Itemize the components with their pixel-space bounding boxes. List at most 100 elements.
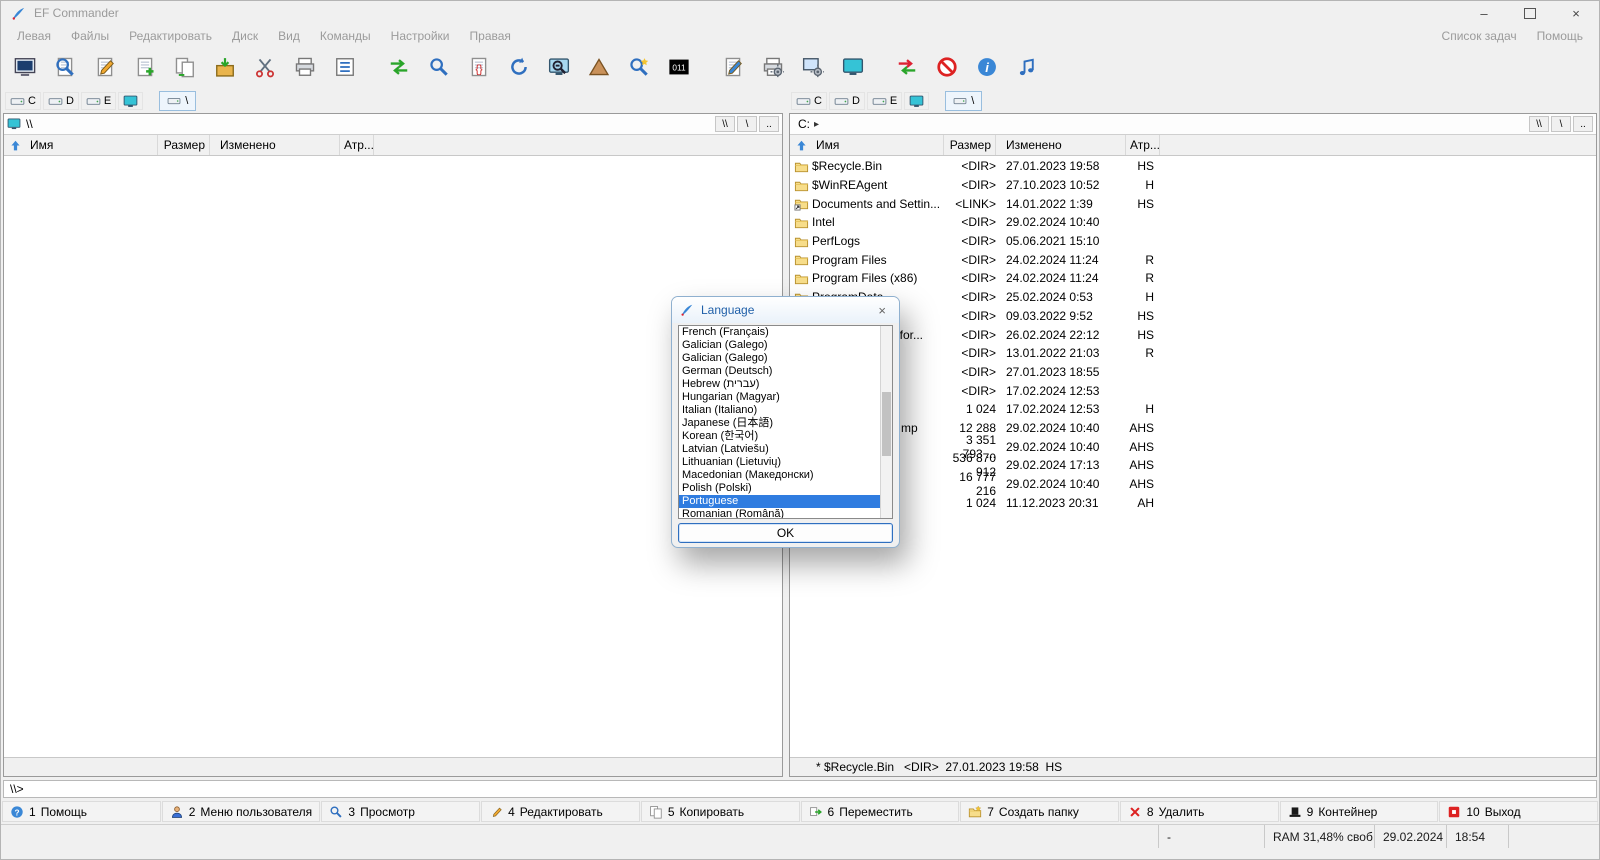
close-button[interactable]: × (1553, 1, 1599, 25)
path-button-backslash-left[interactable]: \ (737, 116, 757, 132)
language-option[interactable]: Macedonian (Македонски) (679, 469, 880, 482)
sort-up-icon-right[interactable] (790, 135, 812, 155)
language-option[interactable]: Korean (한국어) (679, 430, 880, 443)
menu-item-left-4[interactable]: Вид (268, 27, 310, 45)
fkey-5-button[interactable]: 5 Копировать (640, 801, 800, 822)
file-row[interactable]: mp 12 288 29.02.2024 10:40 AHS (790, 419, 1596, 438)
listbox-scrollbar[interactable] (880, 326, 892, 518)
file-row[interactable]: $WinREAgent <DIR> 27.10.2023 10:52 H (790, 176, 1596, 195)
language-option[interactable]: Latvian (Latviešu) (679, 443, 880, 456)
minimize-button[interactable]: – (1461, 1, 1507, 25)
column-header-3-right[interactable]: Атр... (1126, 135, 1160, 155)
file-row[interactable]: 1 024 17.02.2024 12:53 H (790, 400, 1596, 419)
column-header-1-left[interactable]: Размер (158, 135, 210, 155)
column-header-3-left[interactable]: Атр... (340, 135, 374, 155)
search-file-button[interactable] (45, 50, 85, 84)
language-option[interactable]: Lithuanian (Lietuvių) (679, 456, 880, 469)
menu-item-left-0[interactable]: Левая (7, 27, 61, 45)
language-option[interactable]: German (Deutsch) (679, 365, 880, 378)
file-row[interactable]: 16 777 216 29.02.2024 10:40 AHS (790, 470, 1596, 498)
tree-view-button[interactable] (579, 50, 619, 84)
network-drive-button-left[interactable] (118, 92, 144, 110)
fkey-9-button[interactable]: 9 Контейнер (1279, 801, 1439, 822)
file-row[interactable]: ProgramData<DIR>25.02.2024 0:53H (790, 288, 1596, 307)
menu-item-left-3[interactable]: Диск (222, 27, 268, 45)
refresh-panel-button[interactable] (499, 50, 539, 84)
file-row[interactable]: Program Files (x86) <DIR> 24.02.2024 11:24… (790, 269, 1596, 288)
command-line[interactable]: \\> (3, 780, 1597, 798)
file-row[interactable]: Intel <DIR> 29.02.2024 10:40 (790, 213, 1596, 232)
file-list-left[interactable] (4, 156, 782, 757)
edit-file-button[interactable] (85, 50, 125, 84)
drive-d-button-left[interactable]: D (42, 92, 79, 110)
language-option[interactable]: Italian (Italiano) (679, 404, 880, 417)
sync-dirs-button[interactable] (887, 50, 927, 84)
column-header-0-left[interactable]: Имя (26, 135, 158, 155)
scrollbar-thumb[interactable] (882, 392, 891, 456)
file-row[interactable]: Program Files <DIR> 24.02.2024 11:24 R (790, 250, 1596, 269)
path-text-right[interactable]: C: (798, 117, 810, 131)
language-option[interactable]: Hebrew (עברית) (679, 378, 880, 391)
file-row[interactable]: <DIR> 13.01.2022 21:03 R (790, 344, 1596, 363)
language-option[interactable]: Polish (Polski) (679, 482, 880, 495)
network-drive-button-right[interactable] (904, 92, 930, 110)
pack-file-button[interactable] (205, 50, 245, 84)
menu-item-left-1[interactable]: Файлы (61, 27, 119, 45)
fkey-7-button[interactable]: 7 Создать папку (960, 801, 1119, 822)
menu-item-right-1[interactable]: Помощь (1527, 27, 1593, 45)
path-button-up-left[interactable]: .. (759, 116, 779, 132)
display-settings-button[interactable] (833, 50, 873, 84)
language-option[interactable]: Galician (Galego) (679, 339, 880, 352)
zoom-out-button[interactable] (539, 50, 579, 84)
path-button-up-right[interactable]: .. (1573, 116, 1593, 132)
path-button-root-right[interactable]: \\ (1529, 116, 1549, 132)
info-button[interactable]: i (967, 50, 1007, 84)
column-header-2-left[interactable]: Изменено (210, 135, 340, 155)
new-file-button[interactable] (125, 50, 165, 84)
drive-e-button-left[interactable]: E (80, 92, 117, 110)
compare-files-button[interactable]: {} (459, 50, 499, 84)
file-row[interactable]: $Recycle.Bin <DIR> 27.01.2023 19:58 HS (790, 157, 1596, 176)
view-list-button[interactable] (325, 50, 365, 84)
drive-c-button-left[interactable]: C (5, 92, 41, 110)
column-header-2-right[interactable]: Изменено (996, 135, 1126, 155)
menu-item-left-6[interactable]: Настройки (381, 27, 460, 45)
maximize-button[interactable] (1507, 1, 1553, 25)
file-row[interactable]: <DIR> 27.01.2023 18:55 (790, 363, 1596, 382)
terminal-button[interactable] (5, 50, 45, 84)
file-row[interactable]: nfor... <DIR> 26.02.2024 22:12 HS (790, 325, 1596, 344)
language-option[interactable]: Romanian (Română) (679, 508, 880, 518)
language-option[interactable]: Japanese (日本語) (679, 417, 880, 430)
sort-up-icon-left[interactable] (4, 135, 26, 155)
dialog-close-button[interactable]: × (873, 302, 891, 319)
quick-search-button[interactable] (419, 50, 459, 84)
path-tab-right[interactable]: \ (945, 91, 983, 111)
binary-view-button[interactable]: 011 (659, 50, 699, 84)
swap-panels-button[interactable] (379, 50, 419, 84)
file-row[interactable]: 3 351 793 ... 29.02.2024 10:40 AHS (790, 433, 1596, 461)
fkey-3-button[interactable]: 3 Просмотр (321, 801, 481, 822)
path-tab-left[interactable]: \ (159, 91, 197, 111)
fkey-10-button[interactable]: 10 Выход (1439, 801, 1599, 822)
file-row[interactable]: 536 870 912 29.02.2024 17:13 AHS (790, 451, 1596, 479)
file-list-right[interactable]: $Recycle.Bin <DIR> 27.01.2023 19:58 HS $WinR… (790, 156, 1596, 757)
language-option[interactable]: French (Français) (679, 326, 880, 339)
cut-file-button[interactable] (245, 50, 285, 84)
drive-c-button-right[interactable]: C (791, 92, 827, 110)
abort-button[interactable] (927, 50, 967, 84)
file-row[interactable]: 1 024 11.12.2023 20:31 AH (790, 493, 1596, 512)
fkey-4-button[interactable]: 4 Редактировать (481, 801, 640, 822)
language-option[interactable]: Hungarian (Magyar) (679, 391, 880, 404)
file-row[interactable]: <DIR> 09.03.2022 9:52 HS (790, 307, 1596, 326)
system-settings-button[interactable] (793, 50, 833, 84)
print-file-button[interactable] (285, 50, 325, 84)
fkey-6-button[interactable]: 6 Переместить (800, 801, 960, 822)
drive-e-button-right[interactable]: E (866, 92, 903, 110)
column-header-1-right[interactable]: Размер (944, 135, 996, 155)
language-option[interactable]: Galician (Galego) (679, 352, 880, 365)
column-header-0-right[interactable]: Имя (812, 135, 944, 155)
menu-item-right-0[interactable]: Список задач (1432, 27, 1527, 45)
menu-item-left-5[interactable]: Команды (310, 27, 381, 45)
ok-button[interactable]: OK (678, 523, 893, 543)
file-row[interactable]: <DIR> 17.02.2024 12:53 (790, 381, 1596, 400)
